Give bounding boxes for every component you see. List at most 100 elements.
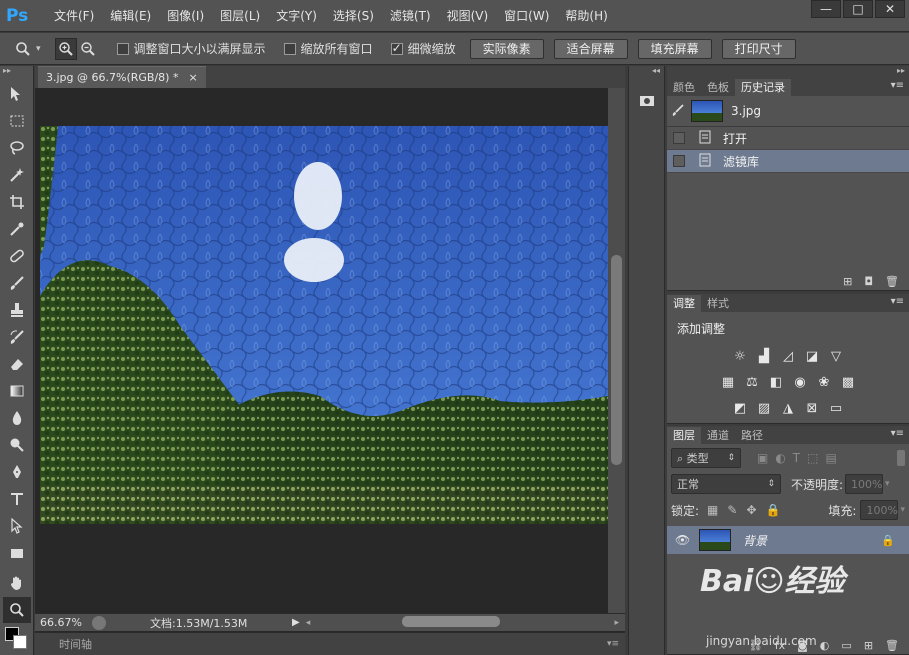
zoom-all-windows-checkbox[interactable]: 缩放所有窗口 bbox=[283, 40, 373, 57]
curves-icon[interactable]: ◿ bbox=[778, 347, 798, 365]
new-group-icon[interactable]: ▭ bbox=[841, 639, 851, 652]
history-brush-source-icon[interactable] bbox=[671, 103, 685, 120]
adjustments-panel-menu-icon[interactable]: ▾≡ bbox=[891, 296, 904, 307]
tab-channels[interactable]: 通道 bbox=[701, 427, 735, 444]
path-selection-tool-icon[interactable] bbox=[3, 513, 31, 539]
menu-image[interactable]: 图像(I) bbox=[159, 0, 212, 32]
menu-type[interactable]: 文字(Y) bbox=[268, 0, 325, 32]
tab-layers[interactable]: 图层 bbox=[667, 427, 701, 444]
layer-row[interactable]: 👁 背景 🔒 bbox=[667, 526, 909, 554]
gradient-map-icon[interactable]: ▭ bbox=[826, 399, 846, 417]
eye-visibility-icon[interactable]: 👁 bbox=[675, 533, 690, 547]
document-tab-close-icon[interactable]: × bbox=[188, 71, 197, 84]
checkbox-box[interactable] bbox=[116, 42, 129, 55]
magic-wand-tool-icon[interactable] bbox=[3, 162, 31, 188]
minimize-button[interactable]: — bbox=[811, 0, 841, 18]
tab-styles[interactable]: 样式 bbox=[701, 295, 735, 312]
zoom-tool-preset-icon[interactable] bbox=[12, 38, 34, 60]
image-canvas[interactable] bbox=[40, 126, 608, 524]
collapse-arrows-icon[interactable]: ▸▸ bbox=[0, 66, 33, 80]
share-icon[interactable] bbox=[92, 615, 106, 630]
crop-tool-icon[interactable] bbox=[3, 189, 31, 215]
maximize-button[interactable]: □ bbox=[843, 0, 873, 18]
zoom-in-icon[interactable] bbox=[54, 37, 77, 60]
timeline-panel[interactable]: 时间轴 ▾≡ bbox=[35, 632, 625, 655]
opacity-dropdown-icon[interactable]: ▾ bbox=[885, 479, 890, 489]
new-snapshot-icon[interactable]: ◘ bbox=[864, 275, 873, 288]
preset-dropdown-icon[interactable]: ▾ bbox=[36, 44, 41, 54]
black-white-icon[interactable]: ◧ bbox=[766, 373, 786, 391]
layer-filter-select[interactable]: ⌕ 类型 ⇕ bbox=[671, 448, 741, 468]
menu-help[interactable]: 帮助(H) bbox=[557, 0, 615, 32]
fill-dropdown-icon[interactable]: ▾ bbox=[900, 505, 905, 515]
menu-filter[interactable]: 滤镜(T) bbox=[382, 0, 439, 32]
zoom-tool-icon[interactable] bbox=[3, 597, 31, 623]
tab-color[interactable]: 颜色 bbox=[667, 79, 701, 96]
vertical-scroll-thumb[interactable] bbox=[611, 255, 622, 465]
opacity-input[interactable]: 100% bbox=[845, 474, 884, 494]
scroll-right-arrow-icon[interactable]: ▸ bbox=[614, 618, 619, 628]
history-panel-menu-icon[interactable]: ▾≡ bbox=[891, 80, 904, 91]
new-layer-icon[interactable]: ⊞ bbox=[864, 639, 873, 652]
dock-collapse-icon[interactable]: ◂◂ bbox=[629, 66, 664, 80]
delete-state-icon[interactable]: 🗑 bbox=[885, 275, 899, 288]
marquee-tool-icon[interactable] bbox=[3, 108, 31, 134]
threshold-icon[interactable]: ◮ bbox=[778, 399, 798, 417]
timeline-label[interactable]: 时间轴 bbox=[59, 636, 92, 652]
timeline-menu-icon[interactable]: ▾≡ bbox=[607, 639, 619, 649]
document-tab[interactable]: 3.jpg @ 66.7%(RGB/8) * × bbox=[38, 66, 206, 88]
info-panel-icon[interactable] bbox=[636, 90, 658, 112]
new-document-from-state-icon[interactable]: ⊞ bbox=[843, 275, 852, 288]
move-tool-icon[interactable] bbox=[3, 81, 31, 107]
layer-filter-icons[interactable]: ▣◐T⬚▤ bbox=[757, 451, 844, 465]
fit-screen-button[interactable]: 适合屏幕 bbox=[553, 38, 628, 59]
selective-color-icon[interactable]: ⊠ bbox=[802, 399, 822, 417]
channel-mixer-icon[interactable]: ❀ bbox=[814, 373, 834, 391]
background-color-swatch[interactable] bbox=[13, 635, 27, 649]
tab-paths[interactable]: 路径 bbox=[735, 427, 769, 444]
fill-screen-button[interactable]: 填充屏幕 bbox=[637, 38, 712, 59]
menu-file[interactable]: 文件(F) bbox=[46, 0, 102, 32]
vibrance-icon[interactable]: ▽ bbox=[826, 347, 846, 365]
lock-options-icons[interactable]: ▦✎✥🔒 bbox=[707, 503, 789, 517]
clone-stamp-tool-icon[interactable] bbox=[3, 297, 31, 323]
tab-history[interactable]: 历史记录 bbox=[735, 79, 791, 96]
menu-layer[interactable]: 图层(L) bbox=[212, 0, 268, 32]
hue-saturation-icon[interactable]: ▦ bbox=[718, 373, 738, 391]
history-step-checkbox[interactable] bbox=[673, 155, 685, 167]
history-step-checkbox[interactable] bbox=[673, 132, 685, 144]
levels-icon[interactable]: ▟ bbox=[754, 347, 774, 365]
new-adjustment-layer-icon[interactable]: ◐ bbox=[820, 639, 830, 652]
tab-swatches[interactable]: 色板 bbox=[701, 79, 735, 96]
gradient-tool-icon[interactable] bbox=[3, 378, 31, 404]
filter-toggle-switch[interactable] bbox=[897, 450, 905, 466]
menu-view[interactable]: 视图(V) bbox=[439, 0, 497, 32]
actual-pixels-button[interactable]: 实际像素 bbox=[469, 38, 544, 59]
blend-mode-select[interactable]: 正常 ⇕ bbox=[671, 474, 781, 494]
hand-tool-icon[interactable] bbox=[3, 570, 31, 596]
history-collapse-icon[interactable]: ▸▸ bbox=[667, 66, 909, 78]
tab-adjustments[interactable]: 调整 bbox=[667, 295, 701, 312]
scroll-left-arrow-icon[interactable]: ◂ bbox=[306, 618, 311, 628]
type-tool-icon[interactable] bbox=[3, 486, 31, 512]
history-snapshot[interactable]: 3.jpg bbox=[667, 96, 909, 127]
scrubby-zoom-checkbox[interactable]: 细微缩放 bbox=[390, 40, 456, 57]
close-button[interactable]: ✕ bbox=[875, 0, 905, 18]
print-size-button[interactable]: 打印尺寸 bbox=[721, 38, 796, 59]
color-swatches[interactable] bbox=[0, 625, 33, 651]
eraser-tool-icon[interactable] bbox=[3, 351, 31, 377]
posterize-icon[interactable]: ▨ bbox=[754, 399, 774, 417]
color-lookup-icon[interactable]: ▩ bbox=[838, 373, 858, 391]
zoom-out-icon[interactable] bbox=[77, 38, 99, 60]
brush-tool-icon[interactable] bbox=[3, 270, 31, 296]
resize-windows-checkbox[interactable]: 调整窗口大小以满屏显示 bbox=[116, 40, 266, 57]
photo-filter-icon[interactable]: ◉ bbox=[790, 373, 810, 391]
fill-input[interactable]: 100% bbox=[860, 500, 899, 520]
eyedropper-tool-icon[interactable] bbox=[3, 216, 31, 242]
layers-panel-menu-icon[interactable]: ▾≡ bbox=[891, 428, 904, 439]
brightness-contrast-icon[interactable]: ☼ bbox=[730, 347, 750, 365]
rectangle-tool-icon[interactable] bbox=[3, 540, 31, 566]
history-step[interactable]: 打开 bbox=[667, 127, 909, 150]
status-menu-arrow-icon[interactable]: ▶ bbox=[292, 617, 300, 628]
checkbox-box[interactable] bbox=[390, 41, 403, 55]
